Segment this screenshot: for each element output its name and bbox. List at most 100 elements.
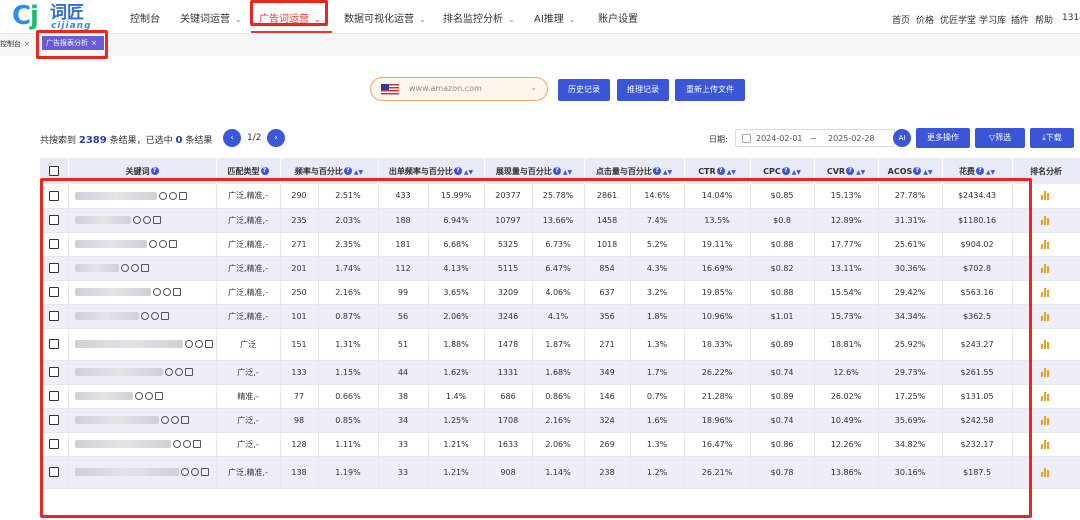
row-checkbox[interactable] xyxy=(48,415,59,425)
search-icon[interactable] xyxy=(144,392,153,400)
sort-icon[interactable]: ▲▼ xyxy=(727,169,736,176)
table-row[interactable]: 广泛,精准,- 250 2.16% 99 3.65% 3209 4.06% 637 3.2% 19… xyxy=(40,280,1080,305)
site-select[interactable]: www.amazon.com ⌄ xyxy=(370,77,548,101)
search-person-icon[interactable] xyxy=(148,240,157,248)
copy-icon[interactable] xyxy=(200,468,209,476)
select-all-checkbox-cell[interactable] xyxy=(40,158,69,184)
header-cvr[interactable]: CVR? ▲▼ xyxy=(814,158,879,184)
bar-chart-icon[interactable] xyxy=(1041,287,1051,297)
keyword-cell[interactable] xyxy=(68,360,217,385)
help-icon[interactable]: ? xyxy=(150,167,159,175)
close-icon[interactable]: × xyxy=(91,39,97,47)
nav-item-2[interactable]: 关键词运营 ⌄ xyxy=(180,10,242,25)
row-checkbox[interactable] xyxy=(48,263,59,273)
header-keyword[interactable]: 关键词? xyxy=(68,158,217,184)
row-checkbox-cell[interactable] xyxy=(40,280,69,305)
history-button[interactable]: 历史记录 xyxy=(558,79,610,101)
row-checkbox-cell[interactable] xyxy=(40,304,69,329)
ai-button[interactable]: AI xyxy=(893,129,911,147)
copy-icon[interactable] xyxy=(168,240,177,248)
rank-cell[interactable] xyxy=(1012,384,1080,409)
keyword-cell[interactable] xyxy=(68,280,217,305)
date-end[interactable]: 2025-02-28 xyxy=(828,134,875,143)
search-person-icon[interactable] xyxy=(164,368,173,376)
header-clicks[interactable]: 点击量与百分比? ▲▼ xyxy=(584,158,685,184)
table-row[interactable]: 精准,- 77 0.66% 38 1.4% 686 0.86% 146 0.7% 21.28% $0… xyxy=(40,384,1080,409)
header-acos[interactable]: ACOS? ▲▼ xyxy=(878,158,943,184)
nav-item-1[interactable]: 控制台 xyxy=(130,10,160,25)
prev-page-button[interactable]: ‹ xyxy=(223,129,241,147)
table-row[interactable]: 广泛,- 133 1.15% 44 1.62% 1331 1.68% 349 1.7% 26.22… xyxy=(40,360,1080,385)
bar-chart-icon[interactable] xyxy=(1041,191,1051,201)
copy-icon[interactable] xyxy=(152,216,161,224)
keyword-cell[interactable] xyxy=(68,328,217,361)
reupload-button[interactable]: 重新上传文件 xyxy=(675,79,745,101)
top-link-1[interactable]: 首页 xyxy=(892,13,910,26)
bar-chart-icon[interactable] xyxy=(1041,311,1051,321)
row-checkbox[interactable] xyxy=(48,391,59,401)
row-checkbox-cell[interactable] xyxy=(40,360,69,385)
search-icon[interactable] xyxy=(150,312,159,320)
nav-item-7[interactable]: 账户设置 xyxy=(598,10,638,25)
sort-icon[interactable]: ▲▼ xyxy=(354,169,363,176)
keyword-cell[interactable] xyxy=(68,408,217,433)
rank-cell[interactable] xyxy=(1012,280,1080,305)
rank-cell[interactable] xyxy=(1012,208,1080,233)
tab-ad-report[interactable]: 广告报表分析 × xyxy=(42,36,104,50)
bar-chart-icon[interactable] xyxy=(1041,367,1051,377)
search-icon[interactable] xyxy=(194,340,203,348)
row-checkbox[interactable] xyxy=(48,190,59,201)
table-row[interactable]: 广泛,精准,- 201 1.74% 112 4.13% 5115 6.47% 854 4.3% 1… xyxy=(40,256,1080,281)
top-link-7[interactable]: 1314 xyxy=(1062,13,1080,23)
bar-chart-icon[interactable] xyxy=(1041,467,1051,477)
search-icon[interactable] xyxy=(190,468,199,476)
rank-cell[interactable] xyxy=(1012,184,1080,209)
table-row[interactable]: 广泛,精准,- 101 0.87% 56 2.06% 3246 4.1% 356 1.8% 10.… xyxy=(40,304,1080,329)
keyword-cell[interactable] xyxy=(68,256,217,281)
bar-chart-icon[interactable] xyxy=(1041,263,1051,273)
search-person-icon[interactable] xyxy=(152,288,161,296)
search-person-icon[interactable] xyxy=(184,340,193,348)
search-person-icon[interactable] xyxy=(158,191,167,200)
search-icon[interactable] xyxy=(182,440,191,448)
row-checkbox-cell[interactable] xyxy=(40,208,69,233)
keyword-cell[interactable] xyxy=(68,456,217,489)
rank-cell[interactable] xyxy=(1012,304,1080,329)
search-icon[interactable] xyxy=(130,264,139,272)
copy-icon[interactable] xyxy=(204,340,213,348)
sort-icon[interactable]: ▲▼ xyxy=(792,169,801,176)
row-checkbox-cell[interactable] xyxy=(40,432,69,457)
next-page-button[interactable]: › xyxy=(267,129,285,147)
search-icon[interactable] xyxy=(168,191,177,200)
search-person-icon[interactable] xyxy=(132,216,141,224)
row-checkbox-cell[interactable] xyxy=(40,232,69,257)
filter-button[interactable]: ▽筛选 xyxy=(975,128,1025,148)
sort-icon[interactable]: ▲▼ xyxy=(663,169,672,176)
search-icon[interactable] xyxy=(174,368,183,376)
bar-chart-icon[interactable] xyxy=(1041,215,1051,225)
nav-item-5[interactable]: 排名监控分析 ⌄ xyxy=(443,10,515,25)
header-impressions[interactable]: 展现量与百分比? ▲▼ xyxy=(484,158,585,184)
rank-cell[interactable] xyxy=(1012,432,1080,457)
help-icon[interactable]: ? xyxy=(781,167,790,175)
rank-cell[interactable] xyxy=(1012,456,1080,489)
copy-icon[interactable] xyxy=(192,440,201,448)
row-checkbox-cell[interactable] xyxy=(40,256,69,281)
help-icon[interactable]: ? xyxy=(716,167,725,175)
top-link-3[interactable]: 优匠学堂 xyxy=(940,13,976,26)
row-checkbox-cell[interactable] xyxy=(40,184,69,209)
row-checkbox-cell[interactable] xyxy=(40,456,69,489)
bar-chart-icon[interactable] xyxy=(1041,239,1051,249)
header-order-frequency[interactable]: 出单频率与百分比? ▲▼ xyxy=(378,158,485,184)
top-link-2[interactable]: 价格 xyxy=(916,13,934,26)
help-icon[interactable]: ? xyxy=(260,167,269,175)
keyword-cell[interactable] xyxy=(68,384,217,409)
search-person-icon[interactable] xyxy=(134,392,143,400)
keyword-cell[interactable] xyxy=(68,232,217,257)
table-row[interactable]: 广泛,- 98 0.85% 34 1.25% 1708 2.16% 324 1.6% 18.96%… xyxy=(40,408,1080,433)
more-actions-button[interactable]: 更多操作 xyxy=(916,128,970,148)
help-icon[interactable]: ? xyxy=(552,167,561,175)
copy-icon[interactable] xyxy=(178,191,187,200)
row-checkbox[interactable] xyxy=(48,439,59,449)
table-row[interactable]: 广泛,精准,- 271 2.35% 181 6.68% 5325 6.73% 1018 5.2%… xyxy=(40,232,1080,257)
